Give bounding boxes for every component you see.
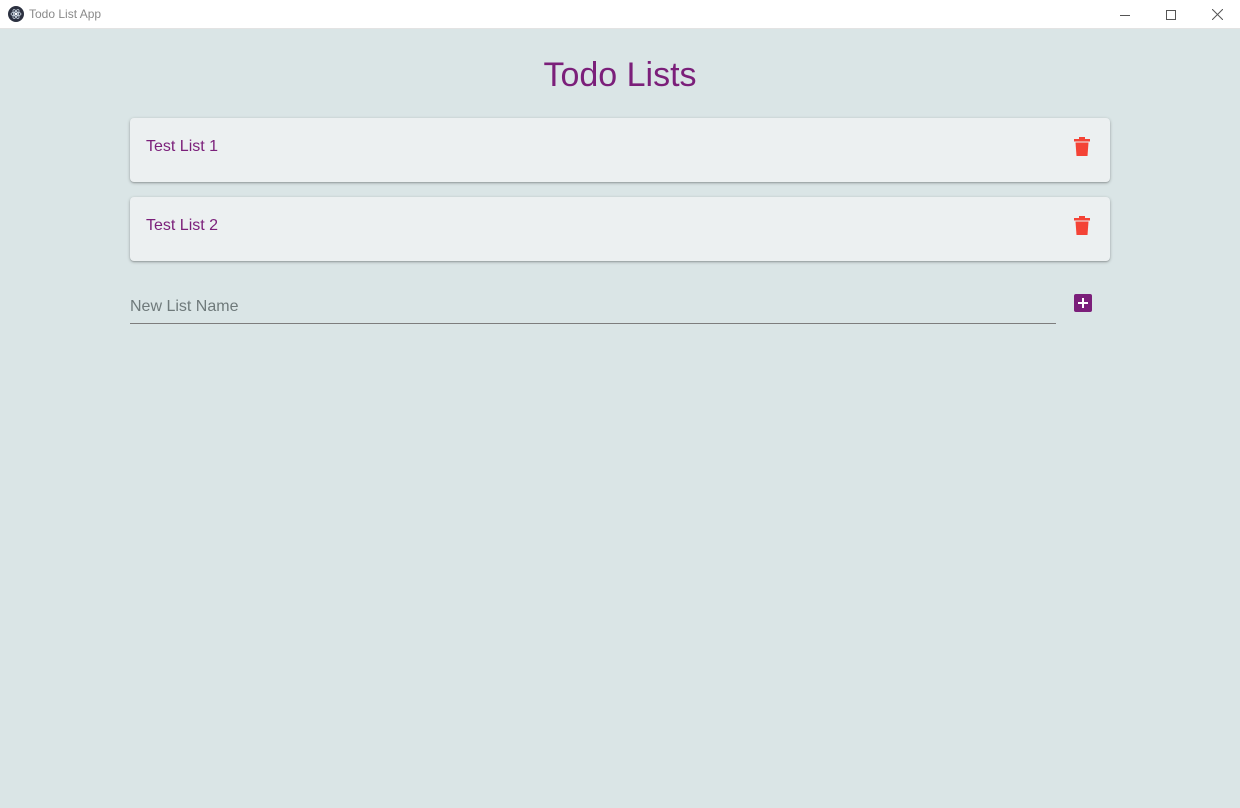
add-list-button[interactable] [1074, 294, 1092, 312]
maximize-icon [1166, 9, 1176, 20]
maximize-button[interactable] [1148, 0, 1194, 29]
list-item[interactable]: Test List 2 [130, 197, 1110, 261]
trash-icon [1074, 136, 1090, 156]
main-content: Todo Lists Test List 1 Test List 2 [0, 29, 1240, 808]
minimize-icon [1120, 14, 1130, 16]
list-item-label: Test List 1 [146, 138, 219, 155]
app-icon [8, 6, 24, 22]
minimize-button[interactable] [1102, 0, 1148, 29]
window-title: Todo List App [29, 7, 102, 21]
trash-icon [1074, 215, 1090, 235]
new-list-name-input[interactable] [130, 295, 1056, 324]
delete-list-button[interactable] [1070, 134, 1094, 158]
page-title: Todo Lists [543, 56, 697, 94]
delete-list-button[interactable] [1070, 213, 1094, 237]
list-item[interactable]: Test List 1 [130, 118, 1110, 182]
window-titlebar: Todo List App [0, 0, 1240, 29]
close-button[interactable] [1194, 0, 1240, 29]
close-icon [1211, 9, 1223, 20]
list-item-label: Test List 2 [146, 217, 219, 234]
plus-icon [1078, 298, 1088, 308]
